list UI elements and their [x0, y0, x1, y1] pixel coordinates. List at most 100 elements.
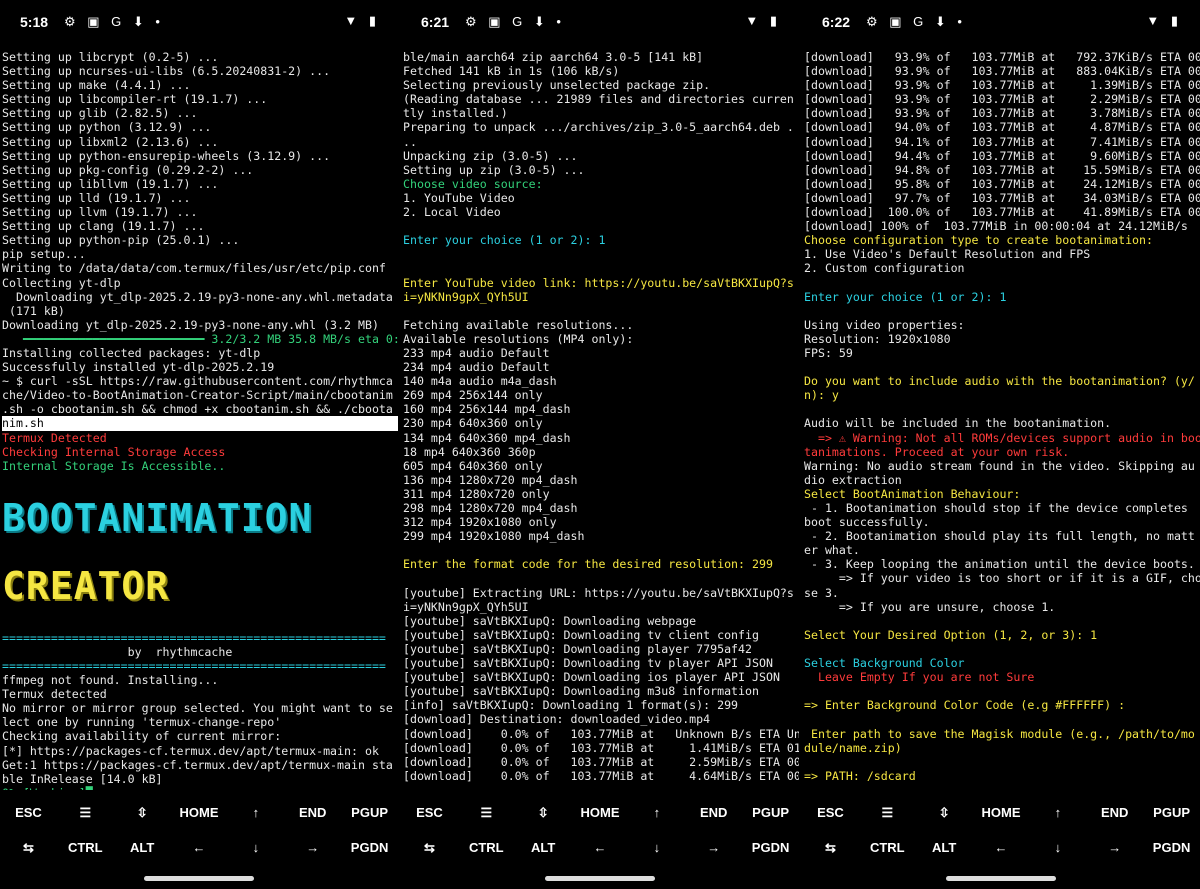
extra-key[interactable]: END [1086, 805, 1143, 820]
status-time: 6:22 [822, 14, 851, 30]
wifi-battery-icons: ▼ ▮ [745, 13, 781, 28]
extra-key[interactable]: ↑ [227, 805, 284, 820]
extra-keys-row-1: ESC ☰ ⇳ HOME ↑ END PGUP [0, 795, 398, 830]
terminal-line: Setting up libllvm (19.1.7) ... [2, 176, 219, 191]
extra-key[interactable]: ☰ [458, 805, 515, 821]
extra-key[interactable]: ↓ [628, 840, 685, 855]
extra-key[interactable]: ↑ [628, 805, 685, 820]
extra-key[interactable]: ☰ [57, 805, 114, 821]
extra-key[interactable]: ALT [916, 840, 973, 855]
extra-key[interactable]: ⇳ [515, 805, 572, 821]
terminal-line: [youtube] Extracting URL: https://youtu.… [403, 585, 794, 600]
terminal-line: Termux detected [2, 687, 107, 702]
terminal-line: Setting up llvm (19.1.7) ... [2, 205, 198, 220]
terminal-line: [download] Destination: downloaded_video… [403, 712, 711, 727]
extra-key[interactable]: → [1086, 840, 1143, 855]
extra-key[interactable]: PGUP [742, 805, 799, 820]
terminal-line: Checking availability of current mirror: [2, 729, 282, 744]
extra-key[interactable]: ⇳ [114, 805, 171, 821]
terminal-line: Unpacking zip (3.0-5) ... [403, 148, 578, 163]
extra-key[interactable]: ⇆ [0, 840, 57, 856]
extra-key[interactable]: ⇆ [401, 840, 458, 856]
terminal-line: [download] 0.0% of 103.77MiB at 1.41MiB/… [403, 740, 799, 755]
extra-key[interactable]: ↓ [227, 840, 284, 855]
extra-key[interactable]: ← [973, 840, 1030, 855]
extra-key[interactable]: HOME [973, 805, 1030, 820]
terminal-line: 2. Custom configuration [804, 261, 965, 276]
terminal-line: dio extraction [804, 472, 902, 487]
extra-key[interactable]: HOME [171, 805, 228, 820]
terminal-line: 311 mp4 1280x720 only [403, 486, 550, 501]
terminal-panel-2: 6:21 ⚙ ▣ G ⬇ • ▼ ▮ ble/main aarch64 zip … [401, 0, 799, 889]
terminal-line: 299 mp4 1920x1080 mp4_dash [403, 529, 585, 544]
extra-key[interactable]: END [284, 805, 341, 820]
terminal-output[interactable]: [download] 93.9% of 103.77MiB at 792.37K… [804, 50, 1200, 790]
terminal-line: Collecting yt-dlp [2, 275, 121, 290]
status-bar: 6:22 ⚙ ▣ G ⬇ • ▼ ▮ [802, 0, 1200, 46]
terminal-line: [download] 93.9% of 103.77MiB at 1.39MiB… [804, 78, 1200, 93]
extra-key[interactable]: PGUP [1143, 805, 1200, 820]
extra-key[interactable]: ⇳ [916, 805, 973, 821]
terminal-line: n): y [804, 388, 839, 403]
terminal-line: [download] 94.4% of 103.77MiB at 9.60MiB… [804, 148, 1200, 163]
terminal-line: ━━━━━━━━━━━━━━━━━━━━━━━━━━ 3.2/3.2 MB 35… [2, 331, 398, 346]
extra-key[interactable]: PGDN [341, 840, 398, 855]
extra-key[interactable]: ⇆ [802, 840, 859, 856]
gesture-nav-handle[interactable] [144, 876, 254, 881]
extra-key[interactable]: → [284, 840, 341, 855]
terminal-line: ~ $ curl -sSL https://raw.githubusercont… [2, 374, 393, 389]
terminal-output[interactable]: ble/main aarch64 zip aarch64 3.0-5 [141 … [403, 50, 799, 790]
terminal-line: pip setup... [2, 247, 86, 262]
extra-key[interactable]: ↓ [1029, 840, 1086, 855]
extra-key[interactable]: ↑ [1029, 805, 1086, 820]
terminal-line: i=yNKNn9gpX_QYh5UI [403, 599, 529, 614]
terminal-line: Using video properties: [804, 317, 965, 332]
terminal-line: [download] 94.8% of 103.77MiB at 15.59Mi… [804, 162, 1200, 177]
gesture-nav-handle[interactable] [946, 876, 1056, 881]
gesture-nav-handle[interactable] [545, 876, 655, 881]
terminal-output[interactable]: Setting up libcrypt (0.2-5) ... Setting u… [2, 50, 398, 790]
extra-key[interactable]: ← [171, 840, 228, 855]
extra-key[interactable]: PGUP [341, 805, 398, 820]
extra-key[interactable]: ← [572, 840, 629, 855]
terminal-line: Setting up libcrypt (0.2-5) ... [2, 50, 219, 64]
terminal-line: (Reading database ... 21989 files and di… [403, 92, 794, 107]
extra-key[interactable]: CTRL [859, 840, 916, 855]
terminal-line: Setting up libcompiler-rt (19.1.7) ... [2, 92, 268, 107]
terminal-line: Fetched 141 kB in 1s (106 kB/s) [403, 64, 620, 79]
terminal-line: => If your video is too short or if it i… [804, 571, 1200, 586]
extra-key[interactable]: ALT [114, 840, 171, 855]
extra-key[interactable]: PGDN [1143, 840, 1200, 855]
extra-key[interactable]: CTRL [57, 840, 114, 855]
terminal-line: Setting up python-pip (25.0.1) ... [2, 233, 240, 248]
extra-key[interactable]: HOME [572, 805, 629, 820]
terminal-line: dule/name.zip) [804, 740, 902, 755]
extra-key[interactable]: ESC [0, 805, 57, 820]
extra-key[interactable]: ☰ [859, 805, 916, 821]
terminal-line: 312 mp4 1920x1080 only [403, 515, 557, 530]
extra-keys-row-2: ⇆ CTRL ALT ← ↓ → PGDN [401, 830, 799, 865]
extra-key[interactable]: CTRL [458, 840, 515, 855]
extra-key[interactable]: END [685, 805, 742, 820]
terminal-line: boot successfully. [804, 515, 930, 530]
extra-key[interactable]: ESC [401, 805, 458, 820]
extra-key[interactable]: ESC [802, 805, 859, 820]
terminal-line: lect one by running 'termux-change-repo' [2, 715, 282, 730]
extra-key[interactable]: → [685, 840, 742, 855]
cursor-highlight: nim.sh [2, 416, 398, 431]
terminal-line: - 3. Keep looping the animation until th… [804, 557, 1195, 572]
terminal-line: er what. [804, 543, 860, 558]
terminal-line: Warning: No audio stream found in the vi… [804, 458, 1195, 473]
extra-key[interactable]: ALT [515, 840, 572, 855]
terminal-line: by rhythmcache [2, 644, 233, 659]
extra-key[interactable]: PGDN [742, 840, 799, 855]
